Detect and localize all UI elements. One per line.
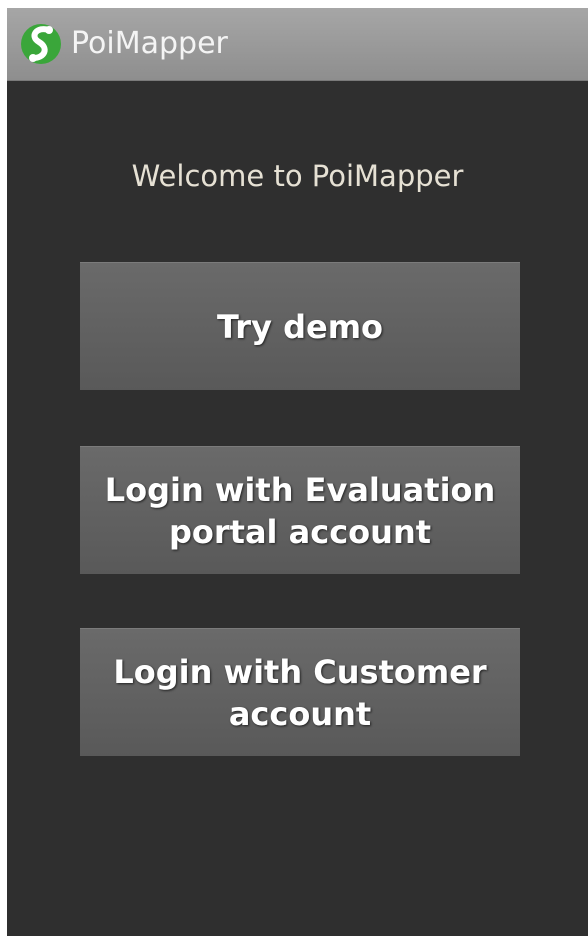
login-customer-label: Login with Customer account [113, 652, 487, 733]
try-demo-button[interactable]: Try demo [80, 262, 520, 390]
login-customer-button[interactable]: Login with Customer account [80, 628, 520, 756]
welcome-text: Welcome to PoiMapper [131, 159, 464, 193]
login-evaluation-button[interactable]: Login with Evaluation portal account [80, 446, 520, 574]
title-bar: PoiMapper [7, 8, 588, 81]
try-demo-label: Try demo [216, 307, 384, 346]
login-evaluation-label: Login with Evaluation portal account [104, 470, 496, 551]
poimapper-logo-icon [21, 24, 61, 64]
app-title: PoiMapper [71, 26, 228, 61]
app-window: PoiMapper Welcome to PoiMapper Try demo … [7, 8, 588, 936]
